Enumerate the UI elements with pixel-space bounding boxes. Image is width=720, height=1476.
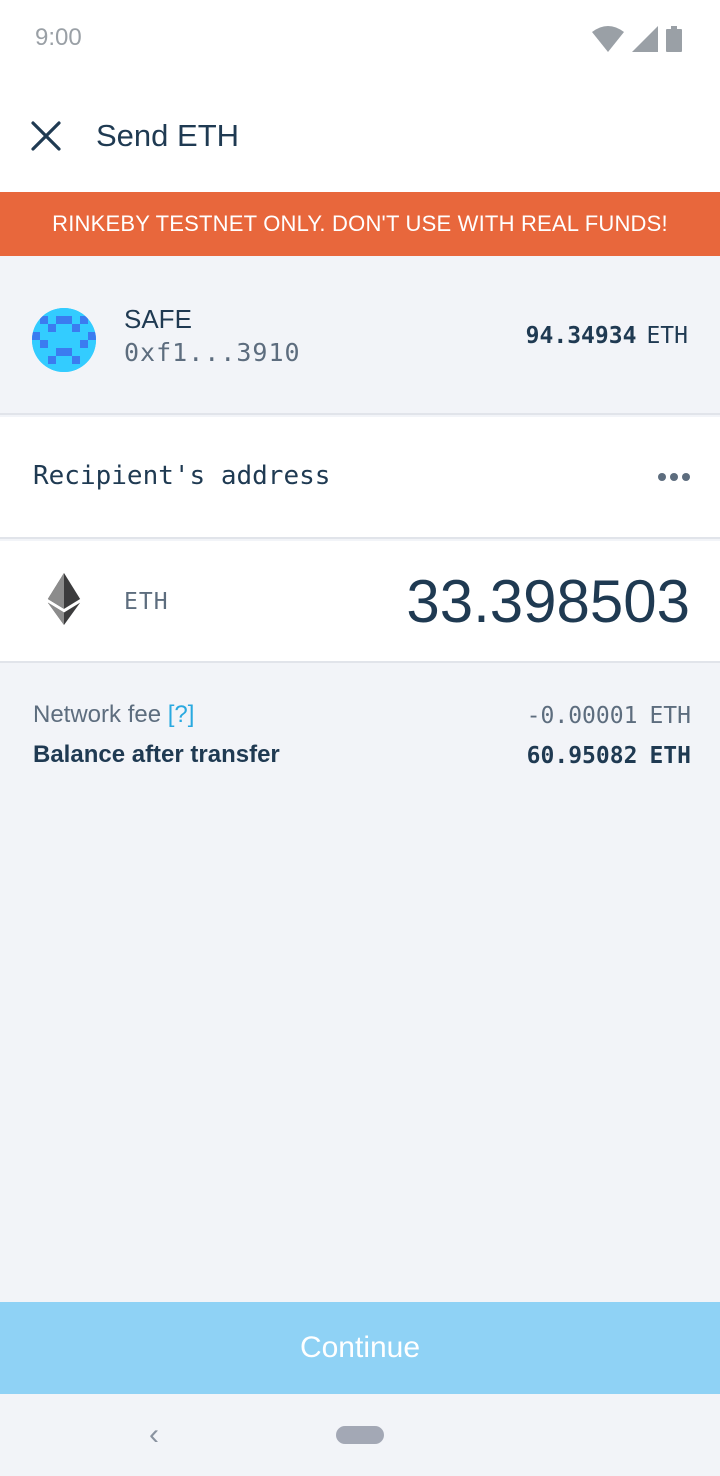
recipient-placeholder: Recipient's address	[33, 461, 331, 491]
recipient-address-field[interactable]: Recipient's address	[0, 417, 720, 539]
fee-unit: ETH	[649, 703, 691, 729]
more-options-button[interactable]	[654, 457, 694, 497]
wifi-icon	[592, 26, 624, 52]
blockie-icon	[32, 308, 96, 372]
continue-label: Continue	[299, 1331, 421, 1364]
safe-balance-value: 94.34934	[525, 323, 637, 349]
ethereum-icon	[47, 573, 81, 625]
network-fee-text: Network fee	[33, 701, 162, 728]
status-bar: 9:00	[0, 0, 720, 80]
testnet-warning-banner: RINKEBY TESTNET ONLY. DON'T USE WITH REA…	[0, 192, 720, 256]
fee-help-link[interactable]: [?]	[168, 701, 195, 728]
network-fee-value: -0.00001 ETH	[527, 703, 691, 729]
signal-icon	[632, 26, 658, 52]
home-pill[interactable]	[336, 1426, 384, 1444]
status-time: 9:00	[35, 24, 82, 51]
status-icons	[592, 26, 682, 52]
app-bar: Send ETH	[0, 80, 720, 192]
fee-amount: -0.00001	[526, 703, 638, 729]
safe-address: 0xf1...3910	[124, 338, 301, 367]
network-fee-row: Network fee [?] -0.00001 ETH	[33, 701, 691, 735]
safe-balance: 94.34934 ETH	[526, 323, 688, 349]
system-nav-bar: ‹	[0, 1394, 720, 1476]
more-icon-dot	[682, 473, 690, 481]
close-icon	[31, 121, 61, 151]
more-icon-dot	[658, 473, 666, 481]
safe-name: SAFE	[124, 304, 192, 334]
back-icon[interactable]: ‹	[142, 1418, 166, 1454]
banner-text: RINKEBY TESTNET ONLY. DON'T USE WITH REA…	[52, 211, 668, 236]
safe-account-card: SAFE 0xf1...3910 94.34934 ETH	[0, 256, 720, 415]
page-title: Send ETH	[96, 118, 240, 153]
battery-icon	[666, 26, 682, 52]
network-fee-label: Network fee [?]	[33, 701, 194, 729]
close-button[interactable]	[22, 112, 70, 160]
more-icon-dot	[670, 473, 678, 481]
continue-button[interactable]: Continue	[0, 1302, 720, 1394]
token-label: ETH	[124, 589, 169, 615]
balance-after-unit: ETH	[649, 743, 691, 769]
safe-balance-unit: ETH	[646, 323, 688, 349]
balance-after-row: Balance after transfer 60.95082 ETH	[33, 741, 691, 775]
balance-after-amount: 60.95082	[526, 743, 638, 769]
amount-input[interactable]: 33.398503	[406, 567, 690, 636]
balance-after-value: 60.95082 ETH	[527, 743, 691, 769]
amount-row: ETH 33.398503	[0, 541, 720, 663]
balance-after-label: Balance after transfer	[33, 741, 280, 768]
safe-avatar	[32, 308, 96, 372]
